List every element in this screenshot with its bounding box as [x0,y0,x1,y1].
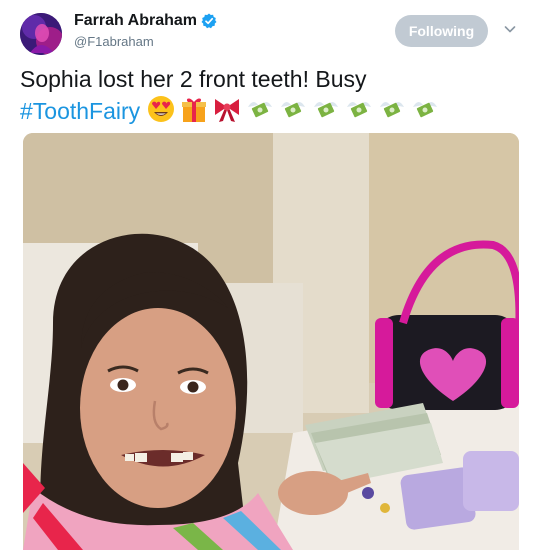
gift-emoji-icon [179,94,209,124]
chevron-down-icon[interactable] [503,22,517,36]
money-with-wings-emoji-icon [344,94,374,124]
verified-badge-icon [201,13,217,29]
ribbon-emoji-icon [212,94,242,124]
tweet-text: Sophia lost her 2 front teeth! Busy #Too… [20,64,530,126]
tweet-photo[interactable] [23,133,519,550]
display-name[interactable]: Farrah Abraham [74,12,197,30]
money-with-wings-emoji-icon [278,94,308,124]
name-row: Farrah Abraham [74,12,217,30]
money-with-wings-emoji-icon [311,94,341,124]
money-with-wings-emoji-icon [410,94,440,124]
heart-eyes-emoji-icon [146,94,176,124]
money-with-wings-emoji-icon [245,94,275,124]
emoji-row [146,94,440,124]
hashtag-link[interactable]: #ToothFairy [20,98,140,124]
user-handle[interactable]: @F1abraham [74,34,154,49]
tweet-body-text: Sophia lost her 2 front teeth! Busy [20,66,367,92]
avatar[interactable] [20,13,62,55]
money-with-wings-emoji-icon [377,94,407,124]
following-button[interactable]: Following [395,15,488,47]
tweet-card: Farrah Abraham @F1abraham Following Soph… [0,0,545,550]
